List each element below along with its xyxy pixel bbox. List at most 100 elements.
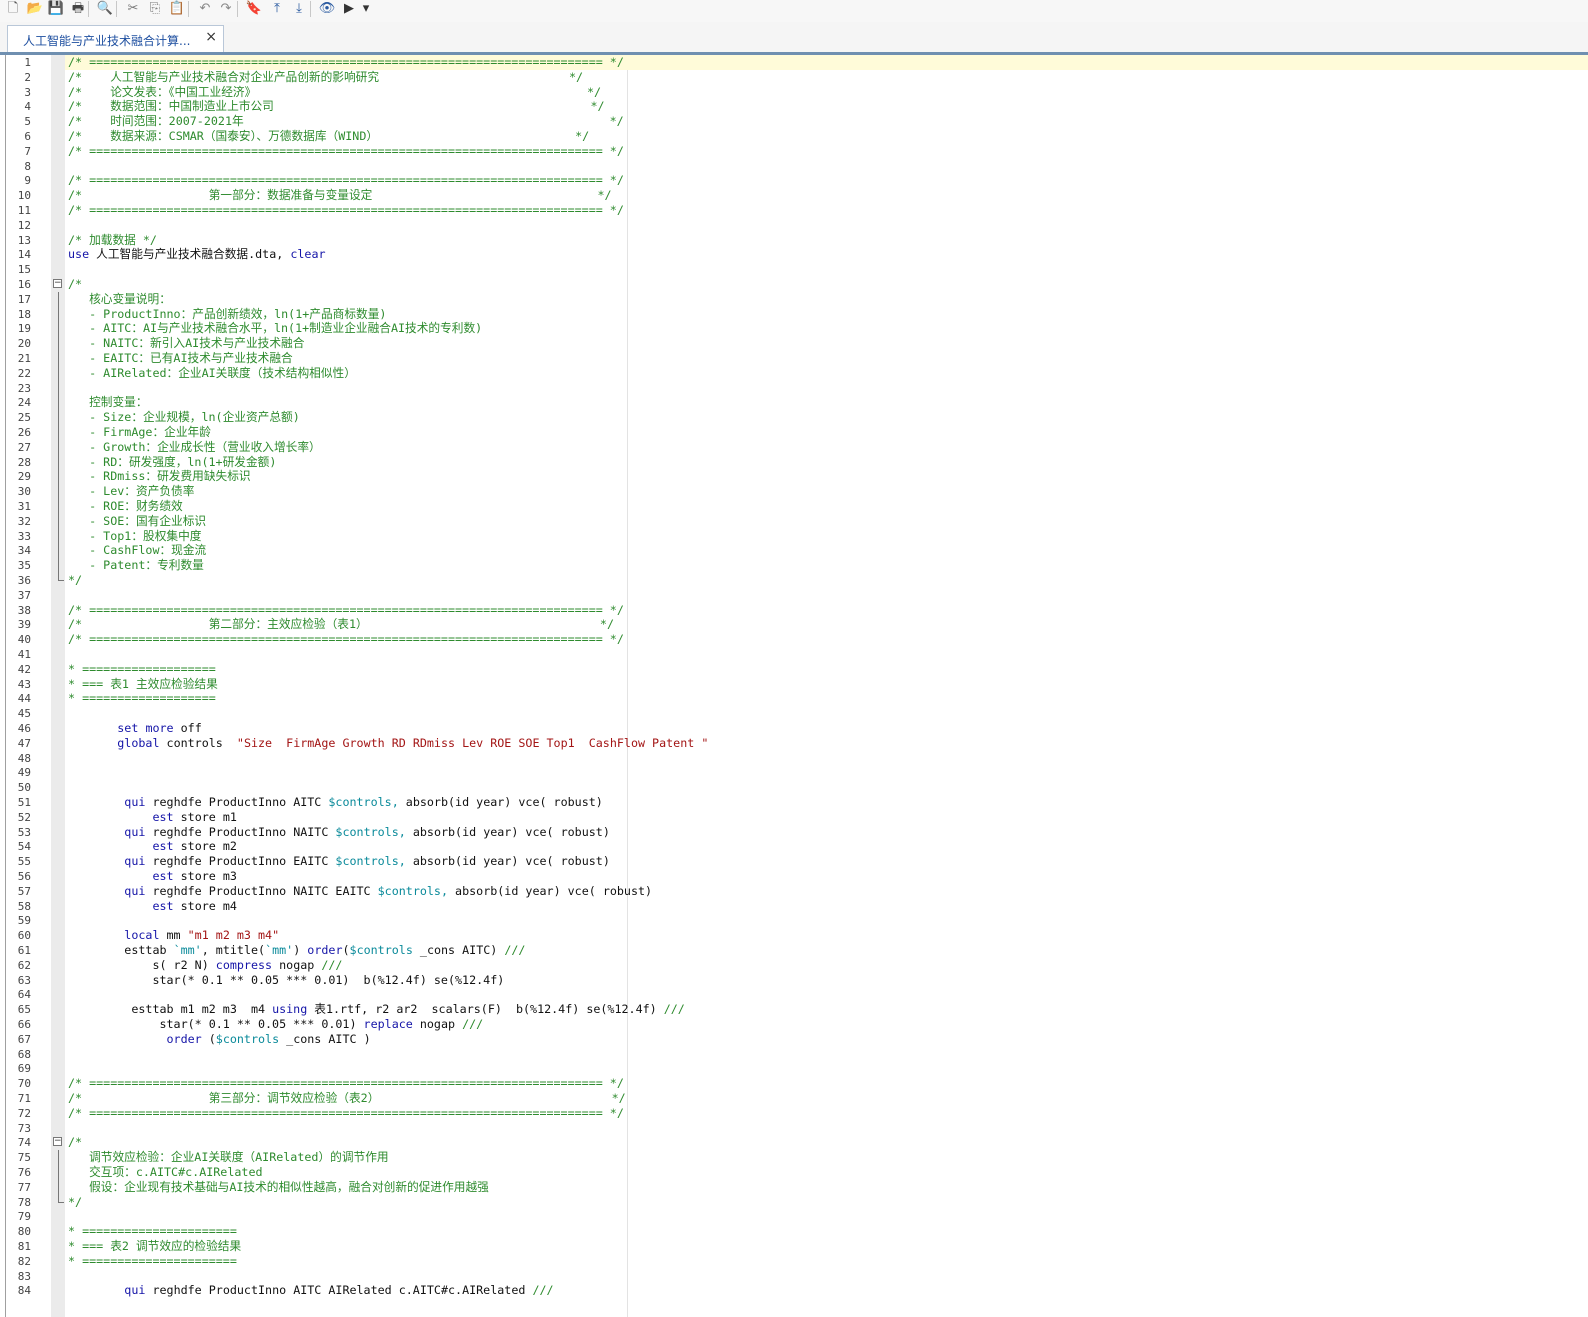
- code-line[interactable]: 25 - Size：企业规模，ln(企业资产总额): [0, 410, 1588, 426]
- undo-icon[interactable]: ↶: [196, 0, 214, 18]
- code-editor[interactable]: 1 /* ====================================…: [0, 55, 1588, 1317]
- code-line[interactable]: 55 qui reghdfe ProductInno EAITC $contro…: [0, 854, 1588, 869]
- code-line[interactable]: 64: [0, 987, 1588, 1002]
- code-line[interactable]: 52 est store m1: [0, 810, 1588, 825]
- code-line[interactable]: 38 /* ===================================…: [0, 603, 1588, 618]
- code-line[interactable]: 77 假设：企业现有技术基础与AI技术的相似性越高，融合对创新的促进作用越强: [0, 1179, 1588, 1195]
- code-line[interactable]: 74 −/*: [0, 1135, 1588, 1150]
- code-line[interactable]: 65 esttab m1 m2 m3 m4 using 表1.rtf, r2 a…: [0, 1002, 1588, 1017]
- code-line[interactable]: 11 /* ===================================…: [0, 203, 1588, 218]
- code-line[interactable]: 27 - Growth：企业成长性（营业收入增长率）: [0, 439, 1588, 455]
- code-line[interactable]: 84 qui reghdfe ProductInno AITC AIRelate…: [0, 1283, 1588, 1298]
- code-line[interactable]: 56 est store m3: [0, 869, 1588, 884]
- code-line[interactable]: 53 qui reghdfe ProductInno NAITC $contro…: [0, 825, 1588, 840]
- code-line[interactable]: 19 - AITC：AI与产业技术融合水平，ln(1+制造业企业融合AI技术的专…: [0, 321, 1588, 337]
- code-line[interactable]: 69: [0, 1061, 1588, 1076]
- toggle-bookmark-icon[interactable]: 🔖: [245, 0, 263, 18]
- code-line[interactable]: 80 * ======================: [0, 1224, 1588, 1239]
- code-line[interactable]: 57 qui reghdfe ProductInno NAITC EAITC $…: [0, 884, 1588, 899]
- code-line[interactable]: 32 - SOE：国有企业标识: [0, 513, 1588, 529]
- redo-icon[interactable]: ↷: [217, 0, 235, 18]
- code-line[interactable]: 31 - ROE：财务绩效: [0, 499, 1588, 514]
- code-line[interactable]: 40 /* ===================================…: [0, 632, 1588, 647]
- find-icon[interactable]: 🔍: [96, 0, 114, 18]
- code-line[interactable]: 61 esttab `mm', mtitle(`mm') order($cont…: [0, 943, 1588, 958]
- editor-tab[interactable]: 人工智能与产业技术融合计算... ×: [7, 25, 224, 52]
- code-line[interactable]: 39 /* 第二部分：主效应检验（表1） */: [0, 617, 1588, 632]
- code-line[interactable]: 45: [0, 706, 1588, 721]
- show-symbols-icon[interactable]: 👁: [318, 0, 336, 18]
- fold-toggle-icon[interactable]: −: [53, 1137, 62, 1147]
- fold-toggle-icon[interactable]: −: [53, 279, 62, 288]
- code-line[interactable]: 35 - Patent：专利数量: [0, 558, 1588, 574]
- print-icon[interactable]: 🖶: [69, 0, 87, 18]
- code-line[interactable]: 49: [0, 765, 1588, 780]
- code-line[interactable]: 66 star(* 0.1 ** 0.05 *** 0.01) replace …: [0, 1017, 1588, 1032]
- code-line[interactable]: 2 /* 人工智能与产业技术融合对企业产品创新的影响研究 */: [0, 70, 1588, 85]
- code-line[interactable]: 28 - RD：研发强度，ln(1+研发金额): [0, 454, 1588, 470]
- code-line[interactable]: 22 - AIRelated：企业AI关联度（技术结构相似性）: [0, 365, 1588, 381]
- code-line[interactable]: 41: [0, 647, 1588, 662]
- code-line[interactable]: 68: [0, 1047, 1588, 1062]
- copy-icon[interactable]: ⎘: [146, 0, 164, 18]
- new-file-icon[interactable]: 🗋: [4, 0, 22, 18]
- code-line[interactable]: 83: [0, 1269, 1588, 1284]
- code-line[interactable]: 59: [0, 913, 1588, 928]
- code-line[interactable]: 60 local mm "m1 m2 m3 m4": [0, 928, 1588, 943]
- code-line[interactable]: 42 * ===================: [0, 662, 1588, 677]
- code-line[interactable]: 24 控制变量：: [0, 395, 1588, 411]
- code-line[interactable]: 13 /* 加载数据 */: [0, 233, 1588, 248]
- code-line[interactable]: 79: [0, 1209, 1588, 1224]
- code-line[interactable]: 30 - Lev：资产负债率: [0, 484, 1588, 500]
- code-line[interactable]: 9 /* ====================================…: [0, 173, 1588, 188]
- close-icon[interactable]: ×: [205, 29, 217, 45]
- code-line[interactable]: 15: [0, 262, 1588, 277]
- cut-icon[interactable]: ✂: [124, 0, 142, 18]
- code-line[interactable]: 18 - ProductInno：产品创新绩效，ln(1+产品商标数量): [0, 306, 1588, 322]
- code-line[interactable]: 70 /* ===================================…: [0, 1076, 1588, 1091]
- code-line[interactable]: 76 交互项：c.AITC#c.AIRelated: [0, 1165, 1588, 1180]
- code-line[interactable]: 48: [0, 751, 1588, 766]
- code-line[interactable]: 47 global controls "Size FirmAge Growth …: [0, 736, 1588, 751]
- code-line[interactable]: 20 - NAITC：新引入AI技术与产业技术融合: [0, 336, 1588, 352]
- code-line[interactable]: 14 use 人工智能与产业技术融合数据.dta, clear: [0, 247, 1588, 262]
- code-line[interactable]: 58 est store m4: [0, 899, 1588, 914]
- code-line[interactable]: 3 /* 论文发表：《中国工业经济》 */: [0, 85, 1588, 100]
- code-line[interactable]: 67 order ($controls _cons AITC ): [0, 1032, 1588, 1047]
- code-line[interactable]: 46 set more off: [0, 721, 1588, 736]
- open-folder-icon[interactable]: 📂: [26, 0, 44, 18]
- code-line[interactable]: 5 /* 时间范围：2007-2021年 */: [0, 114, 1588, 129]
- save-icon[interactable]: 💾: [47, 0, 65, 18]
- dropdown-icon[interactable]: ▾: [357, 0, 375, 18]
- paste-icon[interactable]: 📋: [168, 0, 186, 18]
- code-line[interactable]: 54 est store m2: [0, 839, 1588, 854]
- code-line[interactable]: 7 /* ====================================…: [0, 144, 1588, 159]
- code-line[interactable]: 12: [0, 218, 1588, 233]
- code-line[interactable]: 62 s( r2 N) compress nogap ///: [0, 958, 1588, 973]
- code-line[interactable]: 73: [0, 1121, 1588, 1136]
- code-line[interactable]: 51 qui reghdfe ProductInno AITC $control…: [0, 795, 1588, 810]
- code-line[interactable]: 78 */: [0, 1194, 1588, 1210]
- code-line[interactable]: 23: [0, 380, 1588, 396]
- code-line[interactable]: 63 star(* 0.1 ** 0.05 *** 0.01) b(%12.4f…: [0, 973, 1588, 988]
- code-line[interactable]: 43 * === 表1 主效应检验结果: [0, 677, 1588, 692]
- code-line[interactable]: 36 */: [0, 573, 1588, 588]
- code-line[interactable]: 1 /* ====================================…: [0, 55, 1588, 70]
- code-line[interactable]: 75 调节效应检验：企业AI关联度（AIRelated）的调节作用: [0, 1150, 1588, 1166]
- code-line[interactable]: 26 - FirmAge：企业年龄: [0, 425, 1588, 440]
- code-line[interactable]: 50: [0, 780, 1588, 795]
- previous-bookmark-icon[interactable]: ⤒: [268, 0, 286, 18]
- code-line[interactable]: 10 /* 第一部分：数据准备与变量设定 */: [0, 188, 1588, 203]
- code-line[interactable]: 17 核心变量说明：: [0, 291, 1588, 307]
- execute-icon[interactable]: ▶: [340, 0, 358, 18]
- code-line[interactable]: 82 * ======================: [0, 1254, 1588, 1269]
- next-bookmark-icon[interactable]: ⤓: [290, 0, 308, 18]
- code-line[interactable]: 71 /* 第三部分：调节效应检验（表2） */: [0, 1091, 1588, 1106]
- code-line[interactable]: 44 * ===================: [0, 691, 1588, 706]
- code-line[interactable]: 8: [0, 159, 1588, 174]
- code-line[interactable]: 4 /* 数据范围：中国制造业上市公司 */: [0, 99, 1588, 114]
- code-line[interactable]: 6 /* 数据来源：CSMAR（国泰安）、万德数据库（WIND） */: [0, 129, 1588, 144]
- code-line[interactable]: 72 /* ===================================…: [0, 1106, 1588, 1121]
- code-line[interactable]: 33 - Top1：股权集中度: [0, 528, 1588, 544]
- code-line[interactable]: 16 −/*: [0, 277, 1588, 292]
